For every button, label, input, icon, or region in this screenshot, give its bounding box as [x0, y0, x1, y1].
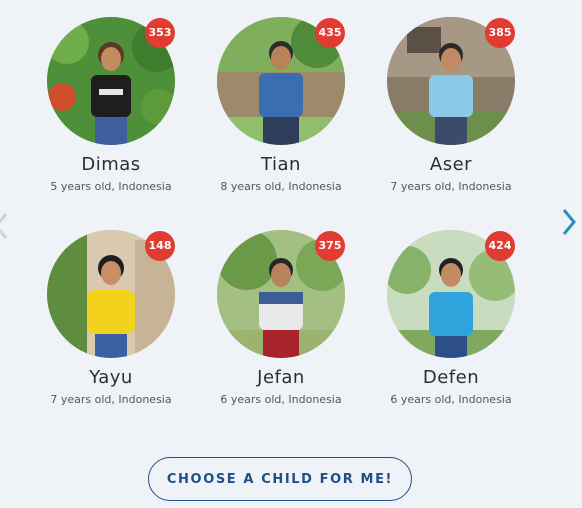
child-id-badge: 385 [485, 18, 515, 48]
child-name[interactable]: Jefan [196, 367, 366, 388]
child-id-badge: 353 [145, 18, 175, 48]
child-photo-wrap[interactable]: 435 [217, 17, 345, 145]
child-photo-wrap[interactable]: 353 [47, 17, 175, 145]
child-info: 7 years old, Indonesia [390, 180, 512, 193]
child-id-badge: 435 [315, 18, 345, 48]
child-info: 6 years old, Indonesia [220, 393, 342, 406]
child-id-badge: 424 [485, 231, 515, 261]
child-card[interactable]: 353 Dimas 5 years old, Indonesia [26, 17, 196, 193]
child-card[interactable]: 385 Aser 7 years old, Indonesia [366, 17, 536, 193]
child-info: 7 years old, Indonesia [50, 393, 172, 406]
child-card[interactable]: 424 Defen 6 years old, Indonesia [366, 230, 536, 406]
child-name[interactable]: Defen [366, 367, 536, 388]
chevron-right-icon[interactable] [562, 208, 576, 236]
child-photo-wrap[interactable]: 424 [387, 230, 515, 358]
child-photo-wrap[interactable]: 375 [217, 230, 345, 358]
child-name[interactable]: Yayu [26, 367, 196, 388]
child-card[interactable]: 148 Yayu 7 years old, Indonesia [26, 230, 196, 406]
child-info: 5 years old, Indonesia [50, 180, 172, 193]
child-name[interactable]: Aser [366, 154, 536, 175]
child-id-badge: 148 [145, 231, 175, 261]
chevron-left-icon[interactable] [0, 212, 8, 240]
choose-child-button[interactable]: CHOOSE A CHILD FOR ME! [148, 457, 412, 501]
child-card[interactable]: 435 Tian 8 years old, Indonesia [196, 17, 366, 193]
child-grid: 353 Dimas 5 years old, Indonesia 435 Tia… [0, 0, 582, 440]
child-name[interactable]: Dimas [26, 154, 196, 175]
child-id-badge: 375 [315, 231, 345, 261]
child-photo-wrap[interactable]: 148 [47, 230, 175, 358]
child-info: 6 years old, Indonesia [390, 393, 512, 406]
child-card[interactable]: 375 Jefan 6 years old, Indonesia [196, 230, 366, 406]
child-name[interactable]: Tian [196, 154, 366, 175]
child-photo-wrap[interactable]: 385 [387, 17, 515, 145]
child-info: 8 years old, Indonesia [220, 180, 342, 193]
